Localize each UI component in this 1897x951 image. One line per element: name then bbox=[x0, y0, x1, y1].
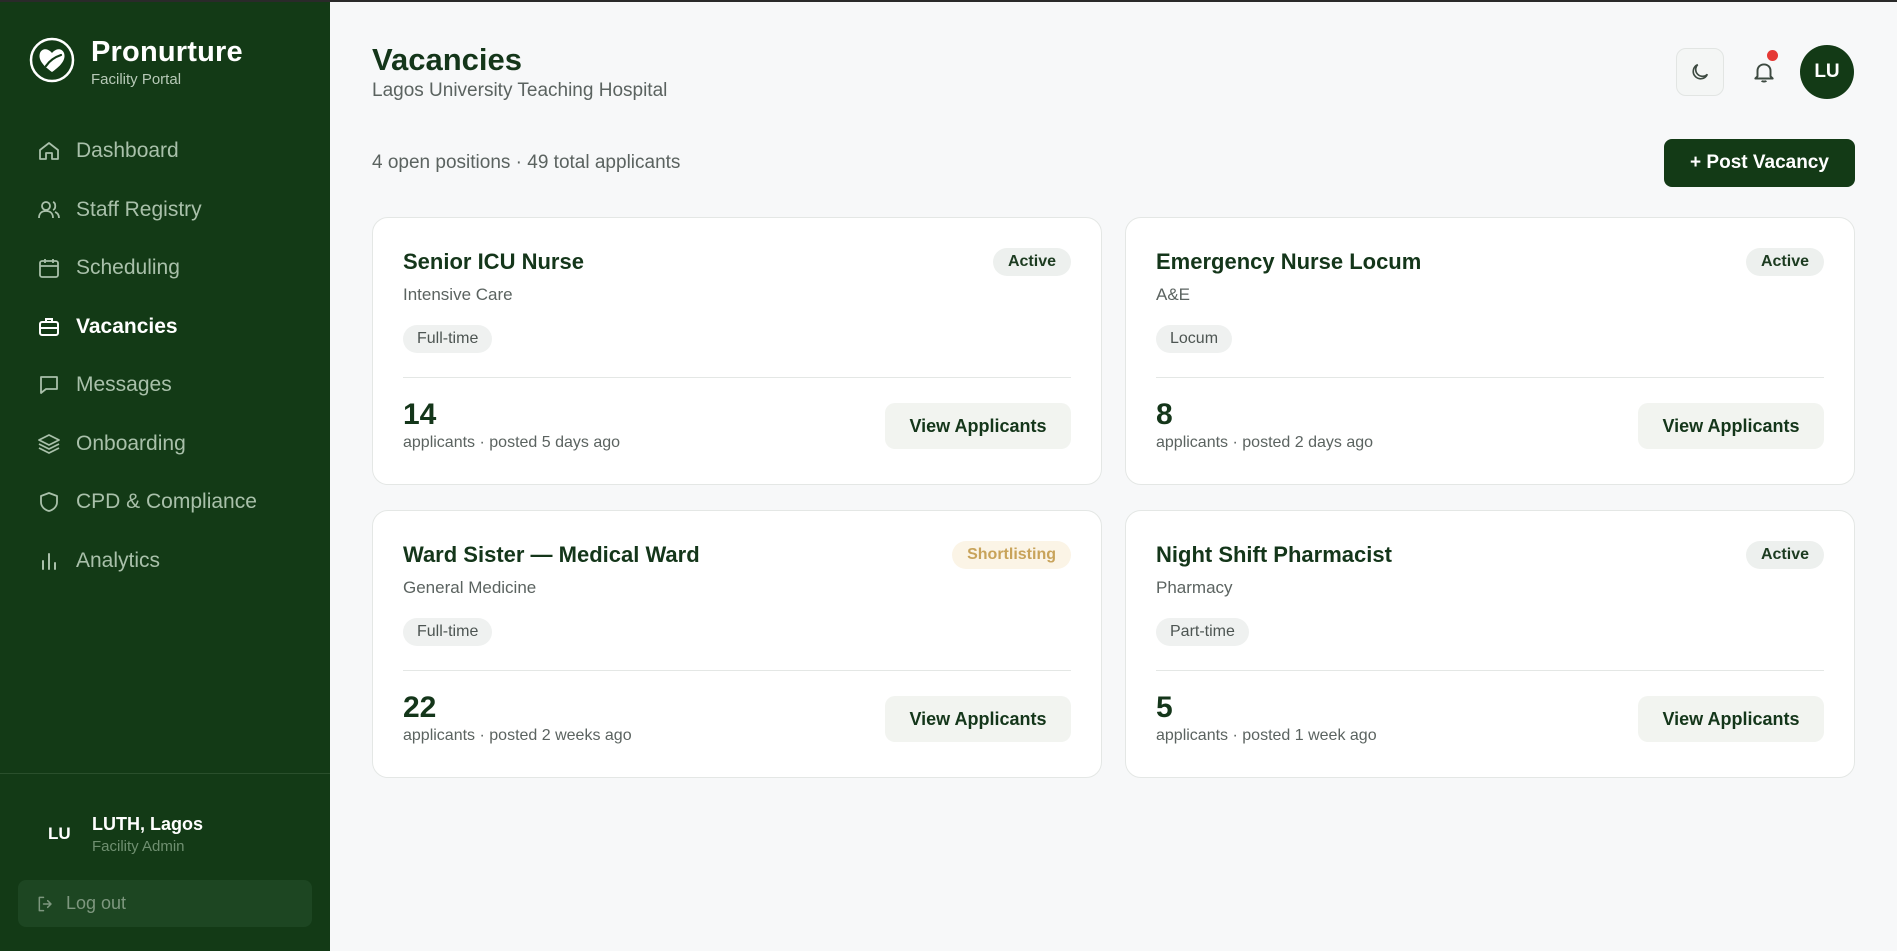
vacancy-card: Senior ICU Nurse Active Intensive Care F… bbox=[372, 217, 1102, 485]
sidebar-item-label: Dashboard bbox=[76, 139, 179, 163]
briefcase-icon bbox=[36, 314, 62, 340]
heart-leaf-logo-icon bbox=[29, 37, 75, 83]
page-title: Vacancies bbox=[372, 42, 522, 77]
vacancy-card: Emergency Nurse Locum Active A&E Locum 8… bbox=[1125, 217, 1855, 485]
vacancy-meta: applicants · posted 2 days ago bbox=[1156, 434, 1374, 451]
card-divider bbox=[1156, 670, 1824, 671]
vacancy-title: Ward Sister — Medical Ward bbox=[403, 542, 700, 567]
view-applicants-button[interactable]: View Applicants bbox=[885, 403, 1071, 449]
theme-toggle-button[interactable] bbox=[1676, 48, 1724, 96]
card-divider bbox=[403, 670, 1071, 671]
vacancy-department: General Medicine bbox=[403, 578, 537, 597]
applicant-count: 14 bbox=[403, 398, 437, 431]
vacancy-summary: 4 open positions · 49 total applicants bbox=[372, 152, 681, 173]
sidebar-item-scheduling[interactable]: Scheduling bbox=[0, 239, 330, 298]
vacancy-title: Senior ICU Nurse bbox=[403, 249, 584, 274]
applicant-count: 5 bbox=[1156, 691, 1173, 724]
employment-type-tag: Locum bbox=[1156, 325, 1233, 353]
layers-icon bbox=[36, 431, 62, 457]
vacancy-department: A&E bbox=[1156, 285, 1191, 304]
sidebar: Pronurture Facility Portal Dashboard Sta… bbox=[0, 2, 330, 951]
notification-dot bbox=[1767, 50, 1778, 61]
vacancy-department: Intensive Care bbox=[403, 285, 513, 304]
message-icon bbox=[36, 372, 62, 398]
logout-button[interactable]: Log out bbox=[18, 880, 312, 927]
page-subtitle: Lagos University Teaching Hospital bbox=[372, 80, 668, 101]
user-role: Facility Admin bbox=[92, 837, 185, 855]
view-applicants-button[interactable]: View Applicants bbox=[885, 696, 1071, 742]
logout-label: Log out bbox=[66, 893, 127, 913]
view-applicants-button[interactable]: View Applicants bbox=[1638, 403, 1824, 449]
bar-chart-icon bbox=[36, 548, 62, 574]
vacancy-card: Night Shift Pharmacist Active Pharmacy P… bbox=[1125, 510, 1855, 778]
notifications-button[interactable] bbox=[1740, 48, 1788, 96]
vacancy-meta: applicants · posted 1 week ago bbox=[1156, 727, 1377, 744]
applicant-count: 8 bbox=[1156, 398, 1173, 431]
vacancy-title: Emergency Nurse Locum bbox=[1156, 249, 1422, 274]
sidebar-item-vacancies[interactable]: Vacancies bbox=[0, 298, 330, 357]
post-vacancy-button[interactable]: + Post Vacancy bbox=[1664, 139, 1855, 187]
sidebar-item-staff-registry[interactable]: Staff Registry bbox=[0, 181, 330, 240]
card-divider bbox=[403, 377, 1071, 378]
status-badge: Active bbox=[1745, 248, 1824, 276]
sidebar-item-messages[interactable]: Messages bbox=[0, 356, 330, 415]
sidebar-divider bbox=[0, 773, 330, 774]
bell-icon bbox=[1754, 63, 1774, 83]
employment-type-tag: Part-time bbox=[1156, 618, 1249, 646]
home-icon bbox=[36, 138, 62, 164]
users-icon bbox=[36, 197, 62, 223]
calendar-icon bbox=[36, 255, 62, 281]
user-name: LUTH, Lagos bbox=[92, 813, 203, 834]
vacancy-meta: applicants · posted 2 weeks ago bbox=[403, 727, 632, 744]
brand-subtitle: Facility Portal bbox=[91, 71, 182, 88]
vacancy-department: Pharmacy bbox=[1156, 578, 1233, 597]
sidebar-item-label: Scheduling bbox=[76, 256, 180, 280]
employment-type-tag: Full-time bbox=[403, 325, 493, 353]
applicant-count: 22 bbox=[403, 691, 437, 724]
vacancy-meta: applicants · posted 5 days ago bbox=[403, 434, 621, 451]
sidebar-item-cpd-compliance[interactable]: CPD & Compliance bbox=[0, 473, 330, 532]
card-divider bbox=[1156, 377, 1824, 378]
logout-icon bbox=[36, 894, 56, 914]
vacancy-title: Night Shift Pharmacist bbox=[1156, 542, 1392, 567]
sidebar-item-analytics[interactable]: Analytics bbox=[0, 532, 330, 591]
sidebar-item-label: Analytics bbox=[76, 548, 161, 572]
sidebar-item-onboarding[interactable]: Onboarding bbox=[0, 415, 330, 474]
user-avatar: LU bbox=[48, 824, 71, 843]
status-badge: Active bbox=[1745, 541, 1824, 569]
status-badge: Active bbox=[992, 248, 1071, 276]
sidebar-user[interactable]: LU LUTH, Lagos Facility Admin bbox=[28, 812, 203, 856]
moon-icon bbox=[1692, 63, 1709, 80]
vacancy-card: Ward Sister — Medical Ward Shortlisting … bbox=[372, 510, 1102, 778]
employment-type-tag: Full-time bbox=[403, 618, 493, 646]
sidebar-item-label: Vacancies bbox=[76, 314, 178, 338]
brand[interactable]: Pronurture Facility Portal bbox=[28, 36, 243, 88]
user-avatar-button[interactable]: LU bbox=[1800, 45, 1854, 99]
shield-icon bbox=[36, 489, 62, 515]
view-applicants-button[interactable]: View Applicants bbox=[1638, 696, 1824, 742]
sidebar-item-dashboard[interactable]: Dashboard bbox=[0, 122, 330, 181]
sidebar-item-label: CPD & Compliance bbox=[76, 490, 257, 514]
sidebar-item-label: Messages bbox=[76, 373, 172, 397]
sidebar-item-label: Staff Registry bbox=[76, 197, 202, 221]
sidebar-nav: Dashboard Staff Registry Scheduling Vaca… bbox=[0, 122, 330, 590]
sidebar-item-label: Onboarding bbox=[76, 431, 186, 455]
main-content: Vacancies Lagos University Teaching Hosp… bbox=[330, 2, 1897, 951]
status-badge: Shortlisting bbox=[952, 541, 1071, 569]
brand-name: Pronurture bbox=[91, 36, 243, 68]
